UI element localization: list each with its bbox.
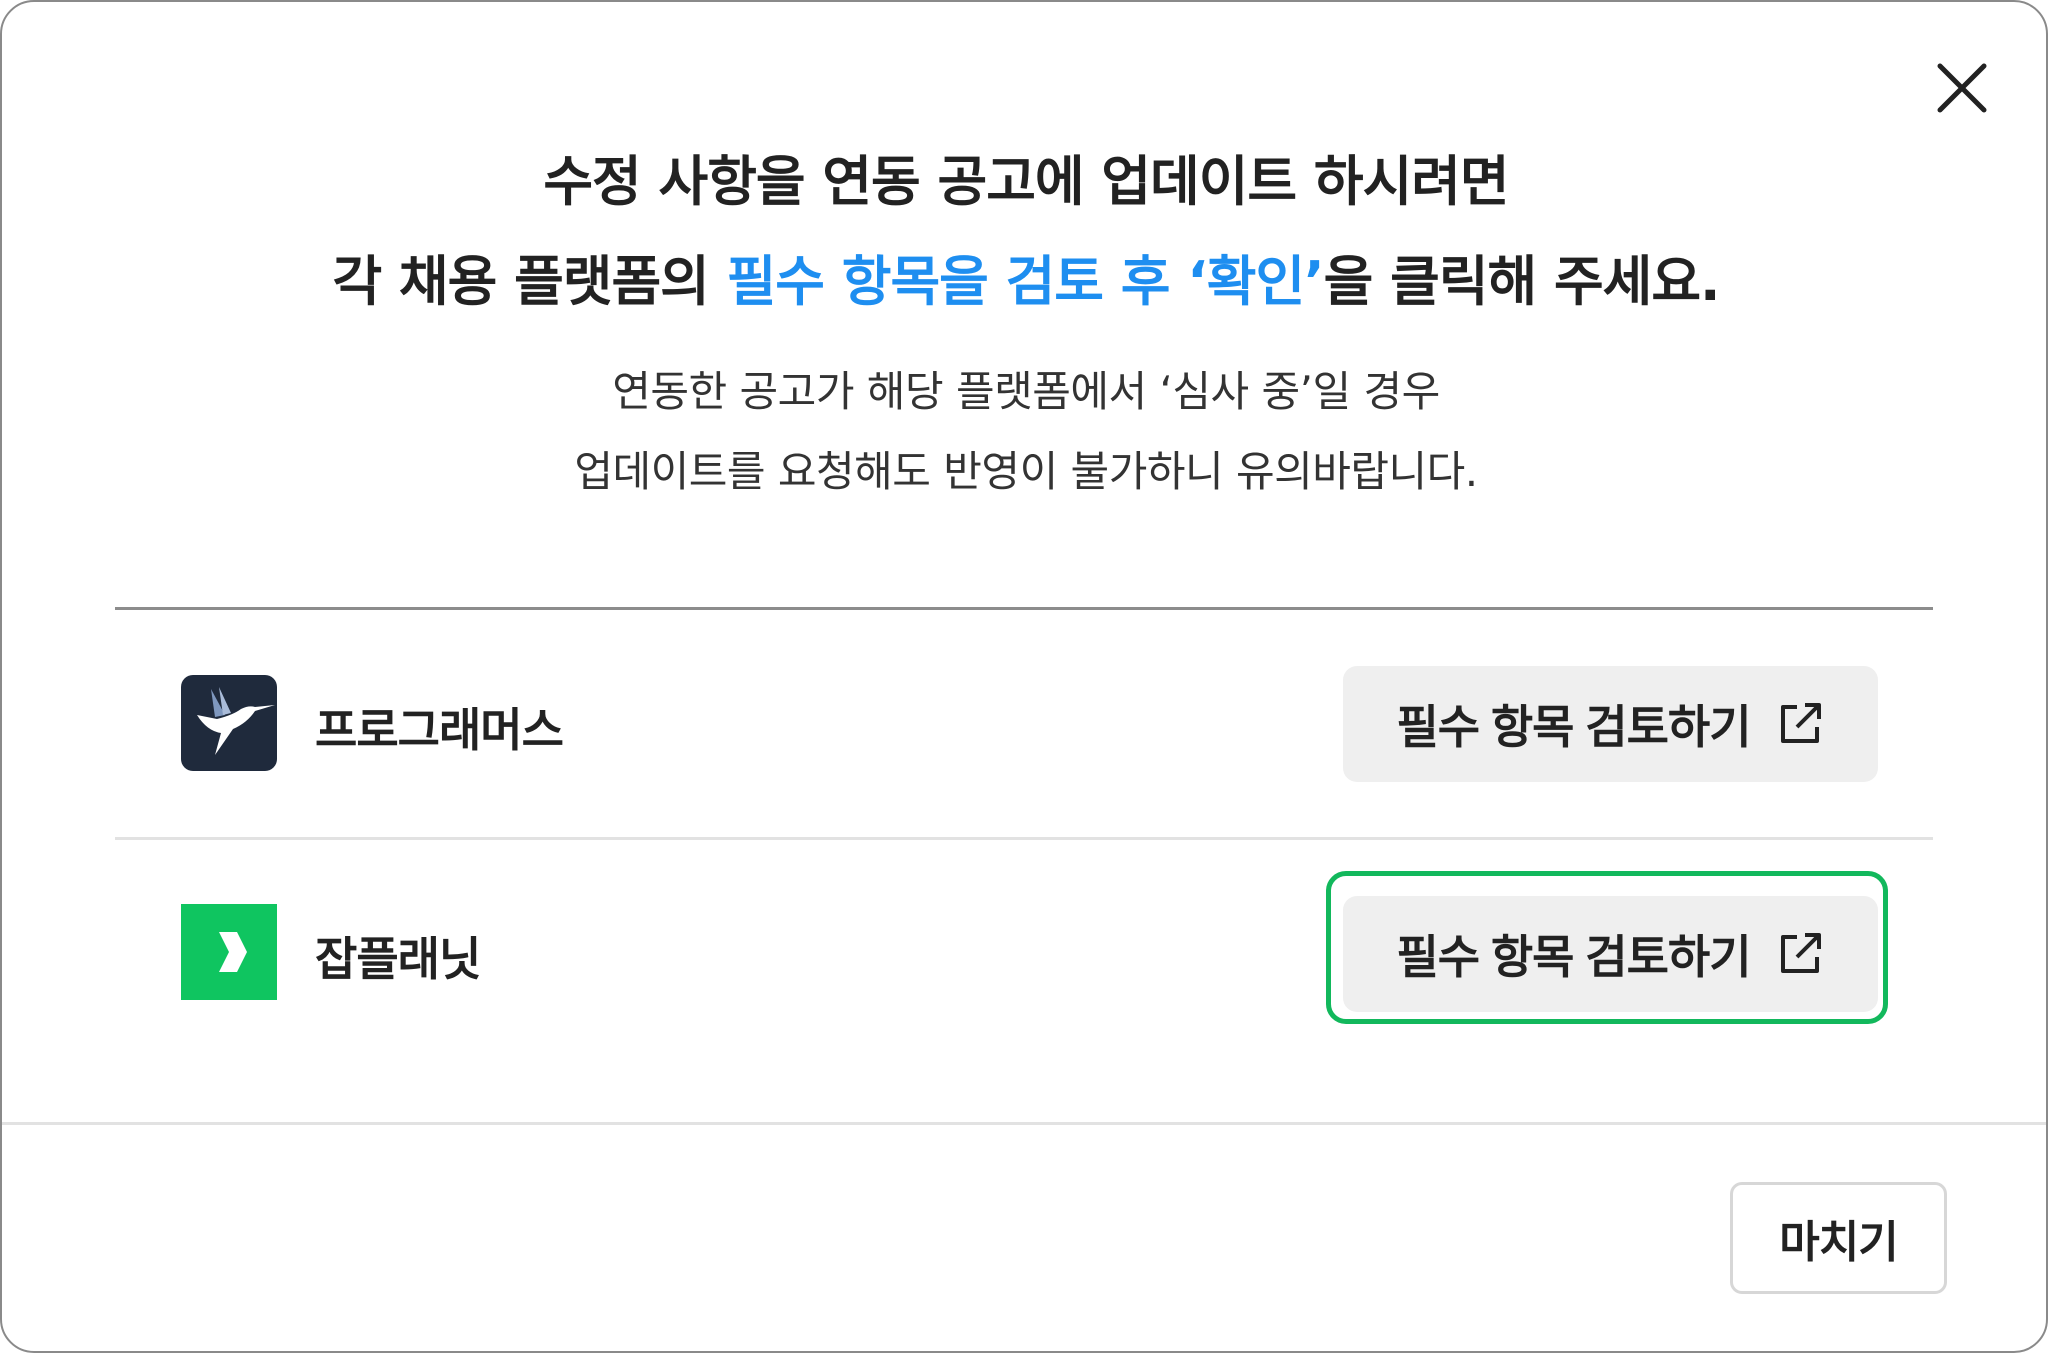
close-icon	[1937, 63, 1987, 113]
review-required-items-button[interactable]: 필수 항목 검토하기	[1343, 666, 1878, 782]
title-line-2-suffix: 을 클릭해 주세요.	[1323, 250, 1721, 313]
subtitle-line-2: 업데이트를 요청해도 반영이 불가하니 유의바랍니다.	[574, 447, 1478, 496]
chevron-right-icon	[219, 932, 247, 972]
external-link-icon	[1780, 703, 1821, 743]
dialog-subtitle: 연동한 공고가 해당 플랫폼에서 ‘심사 중’일 경우 업데이트를 요청해도 반…	[2, 352, 2048, 512]
platform-row-programmers: 프로그래머스 필수 항목 검토하기	[115, 610, 1933, 838]
programmers-logo	[181, 675, 277, 771]
platform-name: 프로그래머스	[315, 703, 564, 757]
hummingbird-icon	[197, 687, 275, 755]
title-line-2: 각 채용 플랫폼의 필수 항목을 검토 후 ‘확인’을 클릭해 주세요.	[2, 232, 2048, 332]
jobplanet-logo	[181, 904, 277, 1000]
review-button-label: 필수 항목 검토하기	[1396, 701, 1751, 753]
platform-row-jobplanet: 잡플래닛 필수 항목 검토하기	[115, 840, 1933, 1068]
review-button-label: 필수 항목 검토하기	[1396, 931, 1751, 983]
subtitle-line-1: 연동한 공고가 해당 플랫폼에서 ‘심사 중’일 경우	[612, 367, 1440, 416]
external-link-icon	[1780, 933, 1821, 973]
platform-name: 잡플래닛	[315, 932, 481, 986]
title-line-2-prefix: 각 채용 플랫폼의	[332, 250, 727, 313]
footer-divider	[2, 1122, 2046, 1125]
title-line-2-highlight: 필수 항목을 검토 후 ‘확인’	[726, 250, 1325, 313]
close-button[interactable]	[1932, 58, 1992, 118]
title-line-1: 수정 사항을 연동 공고에 업데이트 하시려면	[543, 150, 1509, 213]
finish-button[interactable]: 마치기	[1730, 1182, 1947, 1294]
review-required-items-button[interactable]: 필수 항목 검토하기	[1343, 896, 1878, 1012]
dialog-title: 수정 사항을 연동 공고에 업데이트 하시려면 각 채용 플랫폼의 필수 항목을…	[2, 132, 2048, 332]
